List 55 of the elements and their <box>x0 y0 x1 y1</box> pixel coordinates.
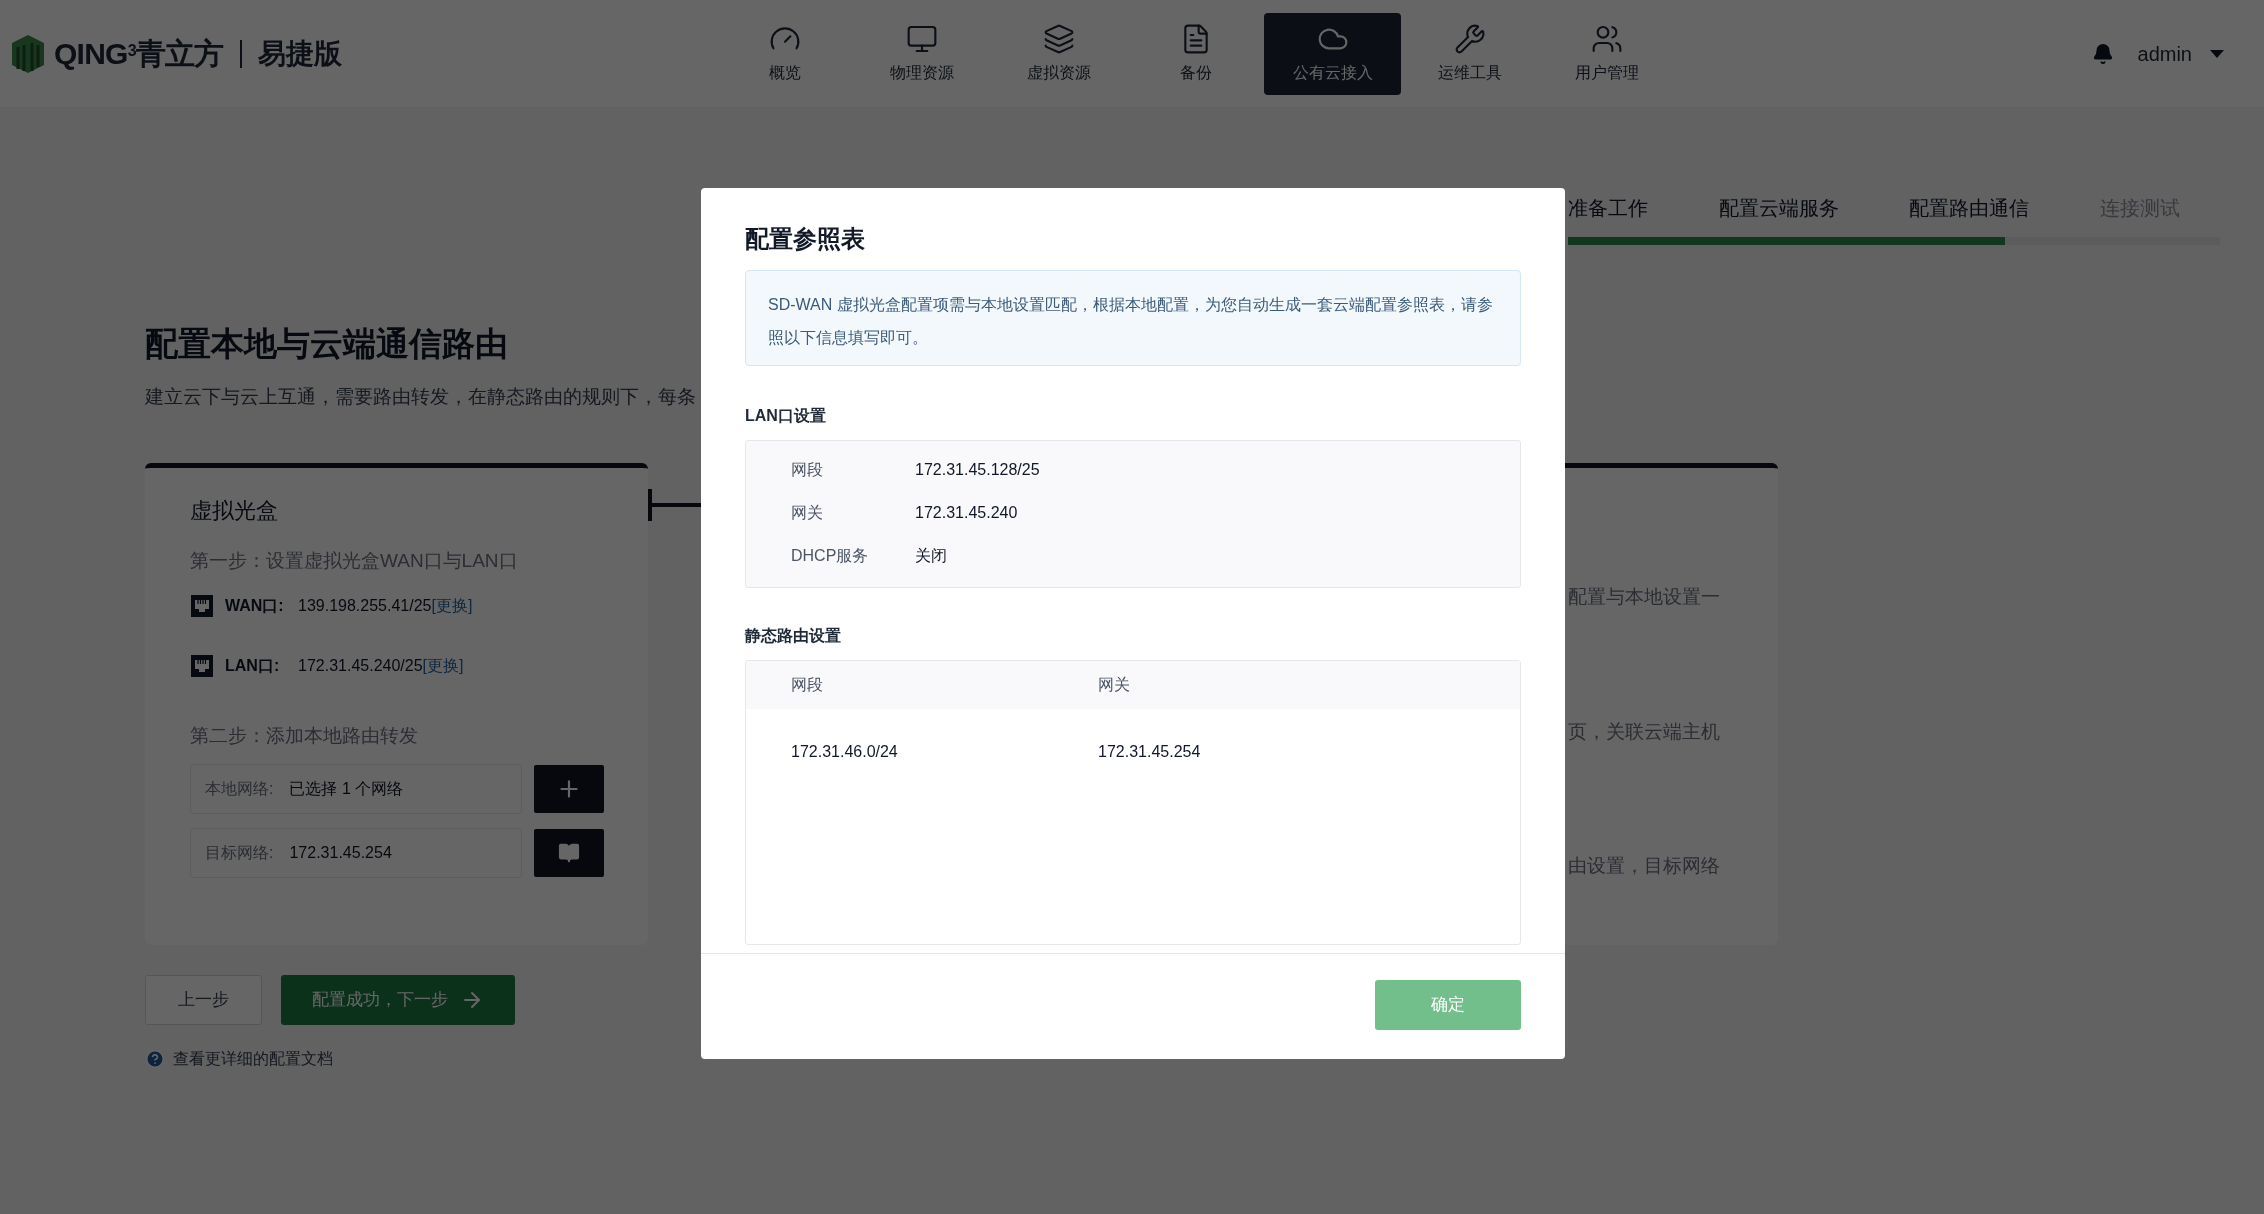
port-label: LAN口: <box>225 655 281 676</box>
setting-label: DHCP服务 <box>791 546 870 566</box>
section-title: LAN口设置 <box>745 406 827 426</box>
column-header: 网关 <box>1098 675 1131 695</box>
notification-bell-icon[interactable] <box>2091 42 2114 65</box>
setting-label: 网关 <box>791 503 824 523</box>
nav-tab[interactable]: 物理资源 <box>853 12 990 95</box>
confirm-button[interactable]: 确定 <box>1375 979 1521 1030</box>
card-text: 配置与本地设置一 <box>1568 585 1721 609</box>
setting-label: 网段 <box>791 460 824 480</box>
setting-value: 172.31.45.128/25 <box>915 460 1040 480</box>
nav-tab[interactable]: 虚拟资源 <box>990 12 1127 95</box>
caret-icon <box>2210 49 2224 58</box>
nav-tab[interactable]: 用户管理 <box>1538 12 1675 95</box>
section-title: 静态路由设置 <box>745 626 842 646</box>
card-text: 页，关联云端主机 <box>1568 719 1721 744</box>
nav-tab[interactable]: 运维工具 <box>1401 12 1538 95</box>
help-link[interactable]: 查看更详细的配置文档 <box>173 1047 333 1071</box>
table-cell-text: 172.31.45.254 <box>1098 742 1202 762</box>
next-button[interactable]: 配置成功，下一步 <box>281 975 515 1025</box>
step-label: 配置云端服务 <box>1718 196 1839 221</box>
logo-text: QING$^{3}$青立方 <box>54 36 224 72</box>
port-value: 139.198.255.41/25 <box>298 595 432 616</box>
setting-value: 关闭 <box>915 546 947 566</box>
step-label: 准备工作 <box>1568 196 1648 221</box>
change-link[interactable]: [更换] <box>431 593 473 618</box>
port-value: 172.31.45.240/25 <box>298 655 423 676</box>
step-heading: 第二步：添加本地路由转发 <box>190 723 418 748</box>
back-button[interactable]: 上一步 <box>145 975 262 1025</box>
card-text: 由设置，目标网络 <box>1568 854 1721 878</box>
network-field[interactable]: 本地网络: 已选择 1 个网络 <box>190 764 522 814</box>
step-label: 配置路由通信 <box>1909 196 2030 221</box>
nav-tab[interactable]: 备份 <box>1127 12 1264 95</box>
nav-tab[interactable]: 概览 <box>716 12 853 95</box>
setting-value: 172.31.45.240 <box>915 503 1018 523</box>
page-description: 建立云下与云上互通，需要路由转发，在静态路由的规则下，每条 <box>145 384 697 409</box>
table-cell-text: 172.31.46.0/24 <box>791 742 899 762</box>
help-icon <box>145 1049 165 1069</box>
wrench-icon <box>1453 22 1486 55</box>
ethernet-port-icon <box>190 593 214 618</box>
edition-label: 易捷版 <box>257 36 342 71</box>
layers-icon <box>1042 22 1075 55</box>
port-label: WAN口: <box>225 595 285 616</box>
step-heading: 第一步：设置虚拟光盒WAN口与LAN口 <box>190 549 518 573</box>
column-header: 网段 <box>791 675 824 695</box>
info-button[interactable] <box>534 829 604 877</box>
user-menu[interactable]: admin <box>2137 38 2224 69</box>
ethernet-port-icon <box>190 653 214 678</box>
dialog-title: 配置参照表 <box>745 224 866 254</box>
card-title: 虚拟光盒 <box>190 497 279 525</box>
page-title: 配置本地与云端通信路由 <box>145 324 508 364</box>
info-notice: SD-WAN 虚拟光盒配置项需与本地设置匹配，根据本地配置，为您自动生成一套云端配置参照表，请参照以下信息填写即可。 <box>745 270 1521 366</box>
change-link[interactable]: [更换] <box>422 653 464 678</box>
book-icon <box>558 842 580 864</box>
nav-tab[interactable]: 公有云接入 <box>1264 12 1401 95</box>
